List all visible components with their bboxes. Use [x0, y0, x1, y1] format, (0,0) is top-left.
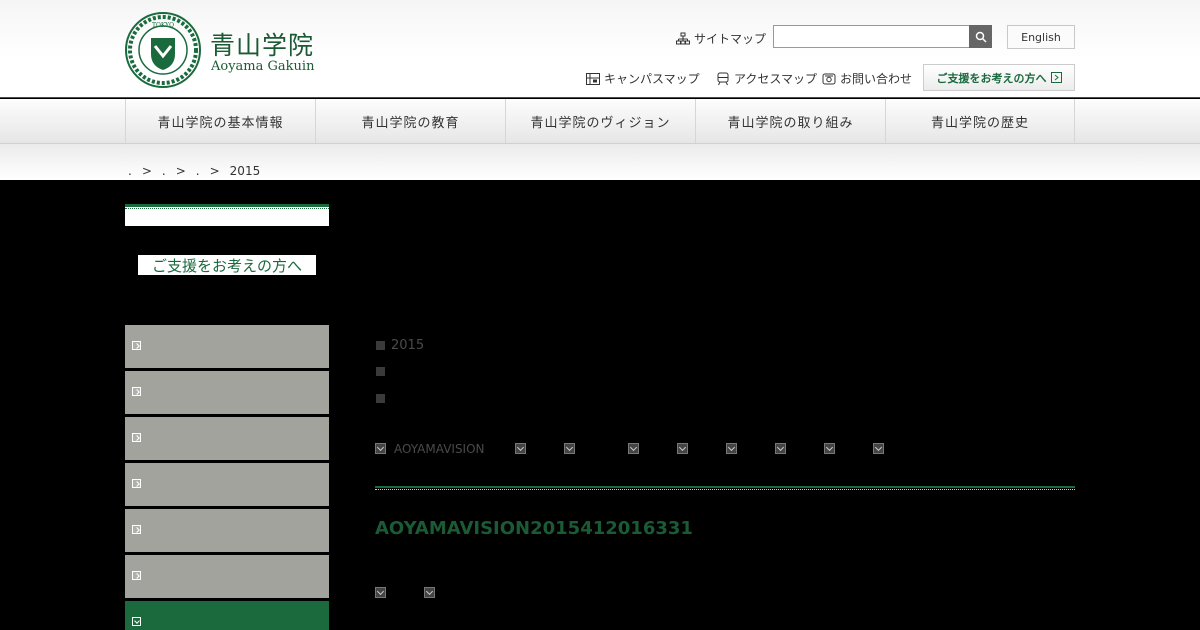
chevron-right-icon	[132, 341, 141, 350]
chevron-right-icon	[132, 525, 141, 534]
chevron-down-icon[interactable]	[775, 443, 786, 454]
support-button[interactable]: ご支援をお考えの方へ	[923, 64, 1075, 91]
campus-map-label: キャンパスマップ	[604, 72, 700, 86]
breadcrumb-current: 2015	[229, 164, 261, 178]
chevron-right-icon	[132, 571, 141, 580]
tab-aoyamavision[interactable]: AOYAMAVISION	[394, 442, 485, 456]
aoyama-gakuin-crest-logo[interactable]: TOKYO	[125, 12, 201, 88]
svg-text:TOKYO: TOKYO	[152, 22, 174, 29]
english-button[interactable]: English	[1007, 25, 1075, 49]
gnav-basic-info[interactable]: 青山学院の基本情報	[125, 99, 315, 143]
breadcrumb-separator: >	[175, 164, 186, 178]
chevron-right-icon	[132, 479, 141, 488]
list-item[interactable]: 2015	[376, 338, 424, 353]
logo-title-en[interactable]: Aoyama Gakuin	[211, 59, 314, 74]
sidebar-item[interactable]	[125, 463, 329, 506]
sidebar-heading	[125, 204, 329, 226]
search-button[interactable]	[969, 25, 992, 48]
chevron-right-icon	[132, 433, 141, 442]
chevron-down-icon[interactable]	[375, 443, 386, 454]
sidebar-item[interactable]	[125, 417, 329, 460]
logo-title-ja[interactable]: 青山学院	[210, 26, 314, 62]
sidebar-item[interactable]	[125, 555, 329, 598]
sidebar-item-active[interactable]	[125, 601, 329, 630]
list-item[interactable]	[376, 367, 391, 376]
gnav-initiatives[interactable]: 青山学院の取り組み	[695, 99, 885, 143]
square-bullet-icon	[376, 341, 385, 350]
chevron-down-icon[interactable]	[515, 443, 526, 454]
sidebar-support-banner[interactable]: ご支援をお考えの方へ	[138, 255, 316, 275]
breadcrumb-link[interactable]: .	[128, 164, 132, 178]
access-map-label: アクセスマップ	[734, 72, 818, 86]
search-input[interactable]	[773, 25, 970, 48]
breadcrumb-link[interactable]: .	[162, 164, 166, 178]
campus-map-link[interactable]: キャンパスマップ	[586, 70, 700, 87]
chevron-down-icon	[132, 617, 141, 626]
contact-label: お問い合わせ	[840, 72, 913, 86]
sidebar-item[interactable]	[125, 325, 329, 368]
external-arrow-icon	[1050, 72, 1062, 83]
telephone-icon	[822, 73, 836, 84]
chevron-down-icon[interactable]	[564, 443, 575, 454]
search-icon	[975, 31, 987, 43]
breadcrumb-separator: >	[141, 164, 152, 178]
chevron-right-icon	[132, 387, 141, 396]
sidebar-item[interactable]	[125, 371, 329, 414]
campus-map-icon	[586, 72, 600, 85]
global-navigation: 青山学院の基本情報 青山学院の教育 青山学院のヴィジョン 青山学院の取り組み 青…	[0, 99, 1200, 144]
gnav-education[interactable]: 青山学院の教育	[315, 99, 505, 143]
sidebar-item[interactable]	[125, 509, 329, 552]
sitemap-link[interactable]: サイトマップ	[676, 30, 766, 47]
support-label: ご支援をお考えの方へ	[936, 71, 1047, 85]
square-bullet-icon	[376, 394, 385, 403]
contact-link[interactable]: お問い合わせ	[822, 70, 912, 87]
sitemap-icon	[676, 32, 690, 44]
gnav-vision[interactable]: 青山学院のヴィジョン	[505, 99, 695, 143]
list-item[interactable]	[376, 394, 391, 403]
page-title: AOYAMAVISION2015412016331	[375, 518, 693, 539]
chevron-down-icon[interactable]	[726, 443, 737, 454]
gnav-divider	[1074, 99, 1075, 143]
breadcrumb-separator: >	[209, 164, 220, 178]
access-map-link[interactable]: アクセスマップ	[716, 70, 817, 87]
breadcrumb: . > . > . > 2015	[128, 164, 270, 178]
train-icon	[717, 72, 729, 85]
chevron-down-icon[interactable]	[628, 443, 639, 454]
chevron-down-icon[interactable]	[424, 587, 435, 598]
site-header: TOKYO 青山学院 Aoyama Gakuin サイトマップ English …	[0, 0, 1200, 98]
gnav-history[interactable]: 青山学院の歴史	[885, 99, 1074, 143]
list-item-label: 2015	[391, 338, 425, 353]
sitemap-label: サイトマップ	[694, 32, 767, 46]
square-bullet-icon	[376, 367, 385, 376]
breadcrumb-link[interactable]: .	[196, 164, 200, 178]
chevron-down-icon[interactable]	[824, 443, 835, 454]
chevron-down-icon[interactable]	[375, 587, 386, 598]
chevron-down-icon[interactable]	[873, 443, 884, 454]
chevron-down-icon[interactable]	[677, 443, 688, 454]
section-divider	[375, 486, 1075, 490]
